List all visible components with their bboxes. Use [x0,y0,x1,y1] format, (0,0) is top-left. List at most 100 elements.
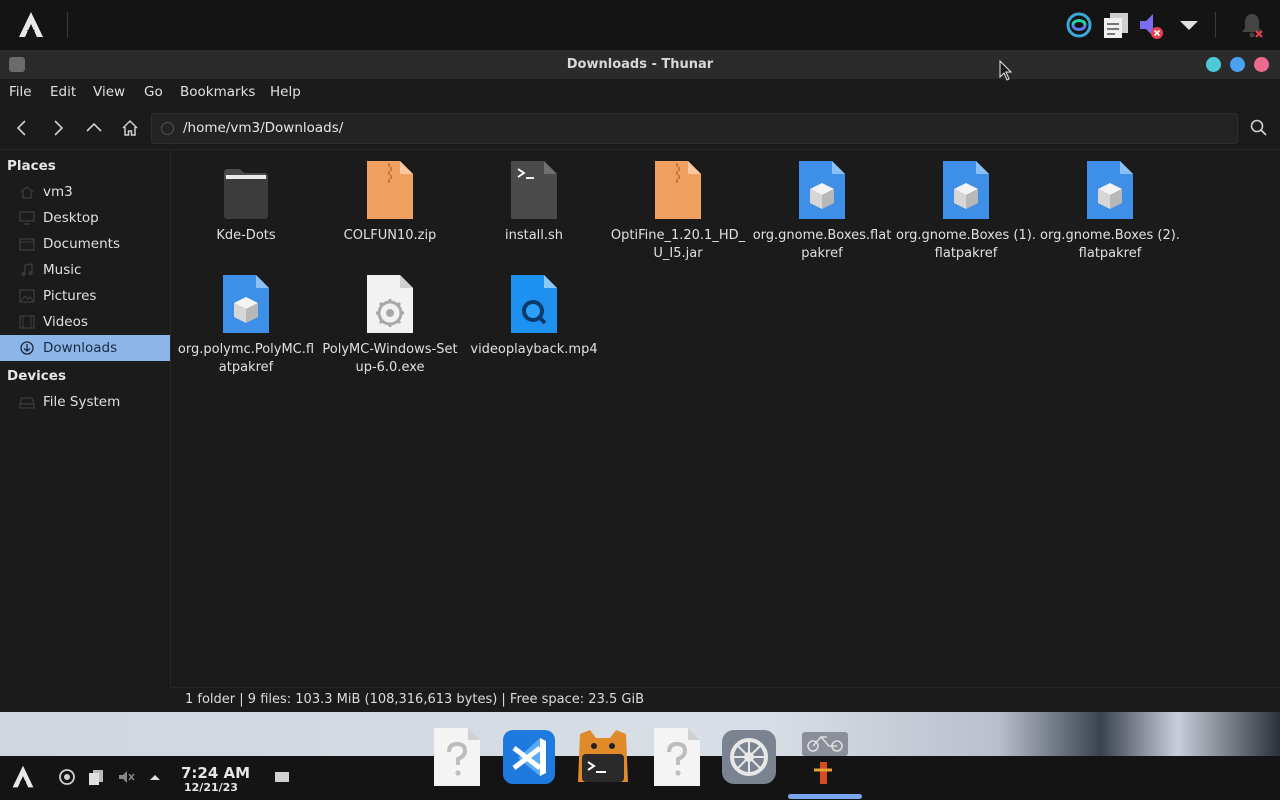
active-app-indicator [788,794,862,799]
flatpak-package-icon [223,275,269,333]
location-info-icon [161,122,174,135]
music-icon [21,263,33,276]
clipboard-icon[interactable] [1101,10,1131,40]
volume-muted-icon[interactable] [117,768,135,786]
notification-bell-muted-icon[interactable] [1237,10,1267,40]
file-item[interactable]: PolyMC-Windows-Setup-6.0.exe [320,265,460,375]
dock [424,720,864,800]
sidebar-item-file-system[interactable]: File System [0,389,170,415]
file-item[interactable]: videoplayback.mp4 [464,265,604,375]
videos-icon [19,315,35,329]
file-name: Kde-Dots [216,228,276,243]
arch-logo-icon[interactable] [16,10,46,40]
sidebar-item-desktop[interactable]: Desktop [0,205,170,231]
location-bar[interactable]: /home/vm3/Downloads/ [151,113,1238,144]
clock-date[interactable]: 12/21/23 [184,781,238,794]
forward-icon[interactable] [44,114,72,142]
sidebar-item-label: Videos [43,314,88,330]
minimize-button[interactable] [1206,57,1221,72]
vscode-icon[interactable] [500,726,558,788]
menu-go[interactable]: Go [144,79,163,106]
downloads-icon [20,341,34,355]
desktop-icon [19,211,35,225]
file-item[interactable]: COLFUN10.zip [320,151,460,261]
close-button[interactable] [1254,57,1269,72]
home-folder-icon [20,186,34,199]
pictures-icon [19,289,35,303]
sidebar-item-pictures[interactable]: Pictures [0,283,170,309]
sidebar-item-label: Documents [43,236,120,252]
show-desktop-icon[interactable] [273,768,291,786]
file-name: install.sh [504,228,564,243]
file-item[interactable]: Kde-Dots [176,151,316,261]
search-icon[interactable] [1245,114,1273,142]
menu-help[interactable]: Help [270,79,301,106]
sidebar-item-label: Desktop [43,210,99,226]
terminal-cat-icon[interactable] [574,726,632,788]
sidebar-item-vm3[interactable]: vm3 [0,179,170,205]
unknown-app-icon[interactable] [648,726,706,788]
tray-expand-icon[interactable] [1174,10,1204,40]
sidebar-item-label: Music [43,262,82,278]
file-name: OptiFine_1.20.1_HD_U_I5.jar [610,228,746,261]
executable-icon [367,275,413,333]
drive-icon [19,397,35,409]
network-icon[interactable] [58,768,76,786]
sidebar-item-label: Pictures [43,288,97,304]
parent-folder-icon[interactable] [80,114,108,142]
clipboard-icon[interactable] [87,768,105,786]
top-panel [0,0,1280,50]
sidebar-item-downloads[interactable]: Downloads [0,335,170,361]
back-icon[interactable] [8,114,36,142]
shell-script-icon [511,161,557,219]
archive-icon [367,161,413,219]
sidebar-item-label: File System [43,394,121,410]
sidebar-item-label: Downloads [43,340,118,356]
menu-view[interactable]: View [93,79,125,106]
file-item[interactable]: org.gnome.Boxes (1).flatpakref [896,151,1036,261]
archive-icon [655,161,701,219]
file-item[interactable]: org.gnome.Boxes (2).flatpakref [1040,151,1180,261]
unknown-app-icon[interactable] [428,726,486,788]
clock-time[interactable]: 7:24 AM [181,764,250,782]
panel-separator [1215,12,1216,38]
sidebar-item-label: vm3 [43,184,73,200]
volume-muted-icon[interactable] [1136,10,1166,40]
maximize-button[interactable] [1230,57,1245,72]
tray-expand-icon[interactable] [146,768,164,786]
file-item[interactable]: org.gnome.Boxes.flatpakref [752,151,892,261]
status-text: 1 folder | 9 files: 103.3 MiB (108,316,6… [185,692,644,707]
file-item[interactable]: OptiFine_1.20.1_HD_U_I5.jar [608,151,748,261]
file-item[interactable]: org.polymc.PolyMC.flatpakref [176,265,316,375]
panel-separator [67,12,68,38]
video-file-icon [511,275,557,333]
menu-file[interactable]: File [9,79,32,106]
sidebar-item-documents[interactable]: Documents [0,231,170,257]
home-icon[interactable] [116,114,144,142]
location-path: /home/vm3/Downloads/ [183,120,344,136]
file-name: videoplayback.mp4 [470,342,598,357]
file-item[interactable]: install.sh [464,151,604,261]
title-bar[interactable]: Downloads - Thunar [0,50,1280,79]
file-name: org.gnome.Boxes.flatpakref [752,228,892,261]
menu-bar: File Edit View Go Bookmarks Help [0,79,1280,106]
sync-icon[interactable] [1064,10,1094,40]
settings-icon[interactable] [720,726,778,788]
flatpak-package-icon [943,161,989,219]
bike-app-icon[interactable] [796,726,854,788]
window-title: Downloads - Thunar [566,57,714,72]
file-view: Kde-Dots COLFUN10.zip install.sh OptiFin… [172,151,1280,690]
file-name: org.polymc.PolyMC.flatpakref [177,342,315,375]
arch-logo-icon[interactable] [10,764,36,790]
sidebar-item-music[interactable]: Music [0,257,170,283]
file-name: org.gnome.Boxes (1).flatpakref [896,228,1036,261]
menu-edit[interactable]: Edit [50,79,76,106]
sidebar: Places vm3 Desktop Documents Music Pictu… [0,151,171,690]
sidebar-item-videos[interactable]: Videos [0,309,170,335]
file-name: org.gnome.Boxes (2).flatpakref [1040,228,1180,261]
places-heading: Places [7,158,56,174]
thunar-window: Downloads - Thunar File Edit View Go Boo… [0,50,1280,712]
menu-bookmarks[interactable]: Bookmarks [180,79,255,106]
file-name: PolyMC-Windows-Setup-6.0.exe [322,342,458,375]
devices-heading: Devices [7,368,66,384]
